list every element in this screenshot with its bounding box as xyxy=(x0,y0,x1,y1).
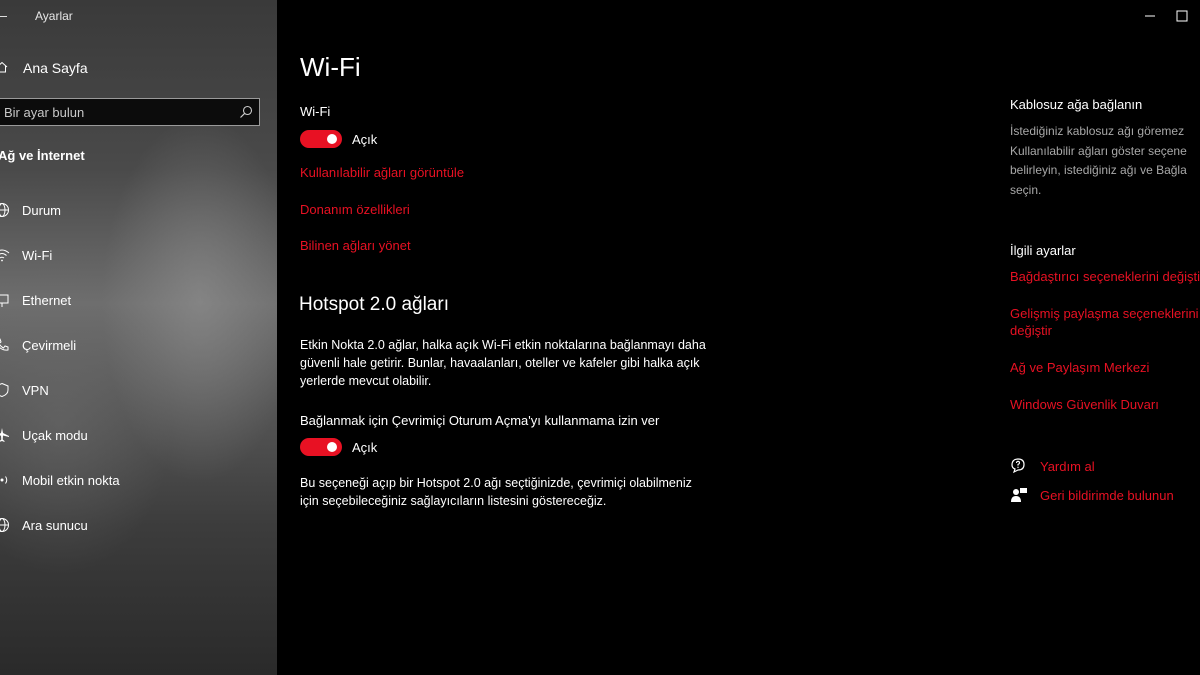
sidebar-item-wifi[interactable]: Wi-Fi xyxy=(0,241,270,271)
connect-wireless-text-line: seçin. xyxy=(1010,182,1042,197)
online-signin-description: Bu seçeneği açıp bir Hotspot 2.0 ağı seç… xyxy=(300,474,730,510)
online-signin-description-line: Bu seçeneği açıp bir Hotspot 2.0 ağı seç… xyxy=(300,476,692,490)
adapter-options-link[interactable]: Bağdaştırıcı seçeneklerini değiştir xyxy=(1010,268,1200,285)
hotspot-description: Etkin Nokta 2.0 ağlar, halka açık Wi-Fi … xyxy=(300,336,730,390)
hotspot-section-title: Hotspot 2.0 ağları xyxy=(299,294,449,315)
search-icon[interactable] xyxy=(239,105,253,119)
home-icon xyxy=(0,61,8,73)
feedback-icon xyxy=(1011,488,1027,502)
related-settings-title: İlgili ayarlar xyxy=(1010,243,1076,258)
advanced-sharing-link-line: değiştir xyxy=(1010,323,1052,338)
page-title: Wi-Fi xyxy=(300,52,361,82)
sidebar-section-title: Ağ ve İnternet xyxy=(0,148,85,163)
main-content: Wi-Fi Wi-Fi Açık Kullanılabilir ağları g… xyxy=(277,0,990,675)
help-icon xyxy=(1011,458,1025,474)
search-input[interactable]: Bir ayar bulun xyxy=(0,98,260,126)
sidebar-item-ethernet[interactable]: Ethernet xyxy=(0,286,270,316)
window-title: Ayarlar xyxy=(35,9,73,23)
view-available-networks-link[interactable]: Kullanılabilir ağları görüntüle xyxy=(300,165,464,180)
sidebar-item-label: Wi-Fi xyxy=(22,248,53,263)
connect-wireless-text-line: İstediğiniz kablosuz ağı göremez xyxy=(1010,124,1185,138)
back-arrow-icon[interactable] xyxy=(0,6,10,26)
online-signin-description-line: için seçebileceğiniz sağlayıcıların list… xyxy=(300,494,607,508)
get-help-link[interactable]: Yardım al xyxy=(1040,459,1095,474)
advanced-sharing-link[interactable]: Gelişmiş paylaşma seçeneklerini değiştir xyxy=(1010,305,1199,339)
hotspot-description-line: güvenli hale getirir. Bunlar, havaalanla… xyxy=(300,356,700,370)
home-nav-item[interactable]: Ana Sayfa xyxy=(0,58,260,80)
give-feedback-link[interactable]: Geri bildirimde bulunun xyxy=(1040,488,1174,503)
sidebar-item-durum[interactable]: Durum xyxy=(0,196,270,226)
network-sharing-center-link[interactable]: Ağ ve Paylaşım Merkezi xyxy=(1010,359,1149,376)
connect-wireless-text: İstediğiniz kablosuz ağı göremez Kullanı… xyxy=(1010,122,1200,200)
wifi-toggle-state: Açık xyxy=(352,132,378,147)
sidebar-item-cevirmeli[interactable]: Çevirmeli xyxy=(0,331,270,361)
advanced-sharing-link-line: Gelişmiş paylaşma seçeneklerini xyxy=(1010,306,1199,321)
maximize-icon[interactable] xyxy=(1172,6,1192,26)
sidebar-item-label: Ethernet xyxy=(22,293,72,308)
sidebar: Ayarlar Ana Sayfa Bir ayar bulun Ağ ve İ… xyxy=(0,0,277,675)
airplane-icon xyxy=(0,428,9,442)
home-label: Ana Sayfa xyxy=(23,60,88,76)
right-panel: Kablosuz ağa bağlanın İstediğiniz kablos… xyxy=(1010,0,1200,675)
hardware-properties-link[interactable]: Donanım özellikleri xyxy=(300,202,410,217)
ethernet-icon xyxy=(0,294,9,307)
online-signin-toggle-state: Açık xyxy=(352,440,378,455)
hotspot-icon xyxy=(0,476,8,484)
sidebar-item-label: Uçak modu xyxy=(22,428,88,443)
wifi-icon xyxy=(0,249,10,262)
sidebar-item-label: Çevirmeli xyxy=(22,338,77,353)
connect-wireless-title: Kablosuz ağa bağlanın xyxy=(1010,97,1143,112)
online-signin-toggle[interactable] xyxy=(300,438,342,456)
wifi-toggle[interactable] xyxy=(300,130,342,148)
sidebar-item-label: VPN xyxy=(22,383,49,398)
online-signin-label: Bağlanmak için Çevrimiçi Oturum Açma'yı … xyxy=(300,413,660,428)
sidebar-item-ucak-modu[interactable]: Uçak modu xyxy=(0,421,270,451)
hotspot-description-line: Etkin Nokta 2.0 ağlar, halka açık Wi-Fi … xyxy=(300,338,706,352)
vpn-icon xyxy=(0,382,9,398)
globe-icon xyxy=(0,203,9,217)
hotspot-description-line: yerlerde mevcut olabilir. xyxy=(300,374,432,388)
phone-icon xyxy=(0,338,9,351)
connect-wireless-text-line: belirleyin, istediğiniz ağı ve Bağla xyxy=(1010,163,1187,177)
settings-window: Ayarlar Ana Sayfa Bir ayar bulun Ağ ve İ… xyxy=(0,0,1200,675)
connect-wireless-text-line: Kullanılabilir ağları göster seçene xyxy=(1010,143,1187,158)
sidebar-item-mobil-etkin-nokta[interactable]: Mobil etkin nokta xyxy=(0,466,270,496)
sidebar-item-label: Mobil etkin nokta xyxy=(22,473,120,488)
sidebar-item-vpn[interactable]: VPN xyxy=(0,376,270,406)
manage-known-networks-link[interactable]: Bilinen ağları yönet xyxy=(300,238,411,253)
sidebar-item-label: Ara sunucu xyxy=(22,518,88,533)
sidebar-item-ara-sunucu[interactable]: Ara sunucu xyxy=(0,511,270,541)
wifi-section-label: Wi-Fi xyxy=(300,104,331,119)
search-placeholder: Bir ayar bulun xyxy=(4,105,85,120)
minimize-icon[interactable] xyxy=(1140,6,1160,26)
sidebar-item-label: Durum xyxy=(22,203,62,218)
windows-firewall-link[interactable]: Windows Güvenlik Duvarı xyxy=(1010,396,1159,413)
globe-icon xyxy=(0,518,9,532)
